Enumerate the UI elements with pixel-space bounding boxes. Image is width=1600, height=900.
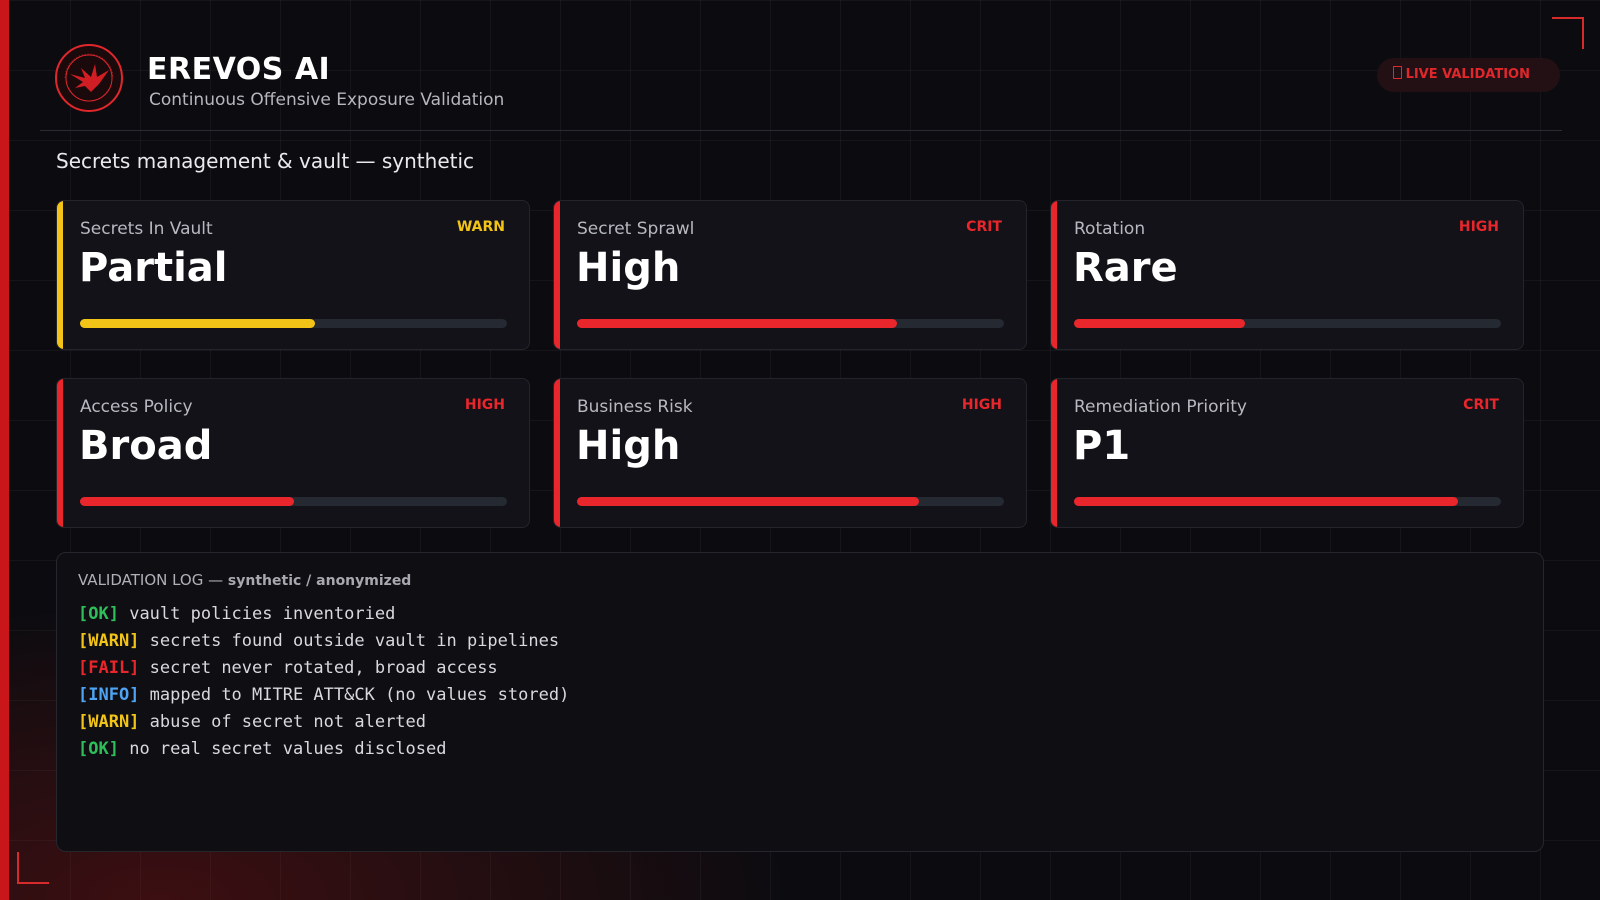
live-validation-label: LIVE VALIDATION [1405, 67, 1530, 82]
card-label: Secret Sprawl [577, 219, 695, 239]
severity-badge: WARN [456, 219, 505, 235]
validation-log-panel: VALIDATION LOG — synthetic / anonymized … [56, 552, 1544, 852]
severity-badge: HIGH [961, 397, 1002, 413]
card-value: Partial [79, 245, 228, 291]
level-track [1074, 497, 1501, 506]
severity-badge: HIGH [1458, 219, 1499, 235]
level-fill [577, 497, 919, 506]
log-title: VALIDATION LOG — synthetic / anonymized [78, 571, 411, 589]
header: EREVOS AI Continuous Offensive Exposure … [55, 44, 1560, 122]
card-label: Remediation Priority [1074, 397, 1247, 417]
log-tag: [FAIL] [78, 658, 140, 678]
level-track [577, 497, 1004, 506]
card-accent-bar [1051, 201, 1057, 349]
level-track [1074, 319, 1501, 328]
corner-bracket-bottom-left [17, 852, 49, 884]
log-text: mapped to MITRE ATT&CK (no values stored… [149, 685, 570, 705]
metric-card[interactable]: Remediation Priority CRIT P1 [1050, 378, 1524, 528]
log-lines: [OK] vault policies inventoried [WARN] s… [78, 601, 569, 763]
log-tag: [OK] [78, 604, 119, 624]
metric-card[interactable]: Secrets In Vault WARN Partial [56, 200, 530, 350]
app-title: EREVOS AI [147, 52, 331, 87]
level-fill [1074, 497, 1459, 506]
log-text: secret never rotated, broad access [149, 658, 498, 678]
card-value: Broad [79, 423, 213, 469]
audax-logo-icon [55, 44, 123, 112]
log-line: [INFO] mapped to MITRE ATT&CK (no values… [78, 682, 569, 709]
metric-card[interactable]: Secret Sprawl CRIT High [553, 200, 1027, 350]
severity-badge: HIGH [464, 397, 505, 413]
level-track [80, 319, 507, 328]
card-label: Secrets In Vault [80, 219, 213, 239]
log-line: [WARN] abuse of secret not alerted [78, 709, 569, 736]
card-value: P1 [1073, 423, 1131, 469]
log-title-note: synthetic / anonymized [227, 573, 412, 589]
log-tag: [INFO] [78, 685, 140, 705]
metric-card[interactable]: Rotation HIGH Rare [1050, 200, 1524, 350]
log-text: secrets found outside vault in pipelines [149, 631, 560, 651]
level-fill [80, 319, 315, 328]
app-subtitle: Continuous Offensive Exposure Validation [149, 90, 505, 110]
log-line: [FAIL] secret never rotated, broad acces… [78, 655, 569, 682]
log-line: [OK] no real secret values disclosed [78, 736, 569, 763]
live-indicator-icon [1392, 66, 1402, 79]
card-accent-bar [554, 201, 560, 349]
card-value: High [576, 245, 681, 291]
card-label: Business Risk [577, 397, 693, 417]
card-label: Access Policy [80, 397, 193, 417]
log-line: [OK] vault policies inventoried [78, 601, 569, 628]
log-text: abuse of secret not alerted [149, 712, 427, 732]
section-title: Secrets management & vault — synthetic [56, 149, 475, 173]
metric-card[interactable]: Access Policy HIGH Broad [56, 378, 530, 528]
log-text: no real secret values disclosed [129, 739, 447, 759]
level-track [80, 497, 507, 506]
card-value: Rare [1073, 245, 1178, 291]
log-text: vault policies inventoried [129, 604, 396, 624]
live-validation-badge[interactable]: LIVE VALIDATION [1376, 58, 1560, 92]
metric-card[interactable]: Business Risk HIGH High [553, 378, 1027, 528]
card-value: High [576, 423, 681, 469]
card-accent-bar [554, 379, 560, 527]
level-track [577, 319, 1004, 328]
level-fill [80, 497, 294, 506]
card-accent-bar [57, 201, 63, 349]
log-tag: [OK] [78, 739, 119, 759]
severity-badge: CRIT [1463, 397, 1499, 413]
card-label: Rotation [1074, 219, 1146, 239]
level-fill [577, 319, 898, 328]
card-accent-bar [1051, 379, 1057, 527]
card-accent-bar [57, 379, 63, 527]
left-accent-rail [0, 0, 9, 900]
severity-badge: CRIT [966, 219, 1002, 235]
log-title-label: VALIDATION LOG — [78, 571, 224, 589]
header-divider [40, 130, 1562, 131]
log-line: [WARN] secrets found outside vault in pi… [78, 628, 569, 655]
log-tag: [WARN] [78, 631, 140, 651]
log-tag: [WARN] [78, 712, 140, 732]
level-fill [1074, 319, 1245, 328]
